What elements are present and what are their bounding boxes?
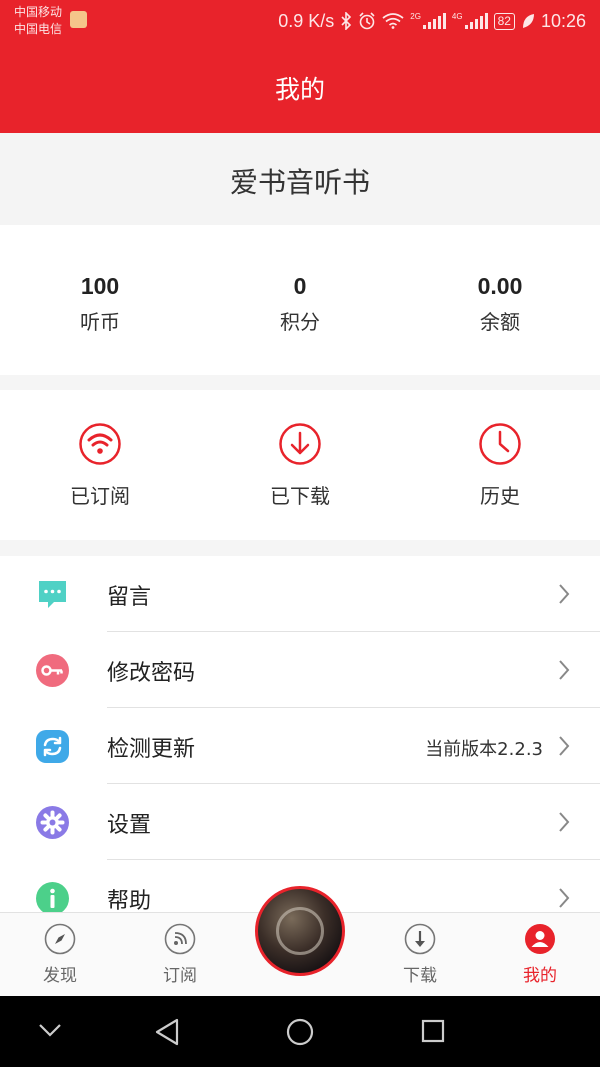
menu-label: 设置 [107, 813, 152, 838]
subscribe-wifi-icon [79, 423, 121, 465]
stat-balance[interactable]: 0.00 余额 [400, 273, 600, 335]
shortcut-label: 已下载 [270, 484, 330, 508]
stat-label: 积分 [280, 310, 320, 334]
album-cover [276, 907, 324, 955]
now-playing-button[interactable] [255, 886, 345, 976]
tab-label: 发现 [43, 966, 77, 986]
top-bar: 中国移动 中国电信 0.9 K/s 2G 4G 82 10:26 我的 [0, 0, 600, 133]
menu-item-message[interactable]: 留言 [0, 556, 600, 632]
account-stats: 100 听币 0 积分 0.00 余额 [0, 225, 600, 375]
download-icon [404, 923, 436, 955]
clock-time: 10:26 [540, 10, 586, 31]
stat-label: 余额 [480, 310, 520, 334]
chevron-right-icon [559, 812, 570, 832]
chevron-right-icon [559, 660, 570, 680]
system-nav-bar [0, 996, 600, 1067]
signal-icon [422, 13, 446, 29]
menu-item-check-update[interactable]: 检测更新 当前版本2.2.3 [0, 708, 600, 784]
home-icon[interactable] [286, 1018, 314, 1046]
rss-icon [164, 923, 196, 955]
chevron-right-icon [559, 888, 570, 908]
shortcut-downloaded[interactable]: 已下载 [200, 422, 400, 509]
menu-label: 留言 [107, 585, 152, 610]
status-bar: 中国移动 中国电信 0.9 K/s 2G 4G 82 10:26 [0, 0, 600, 44]
shortcuts: 已订阅 已下载 历史 [0, 390, 600, 540]
bluetooth-icon [341, 12, 352, 30]
key-icon [36, 654, 69, 687]
clock-icon [479, 423, 521, 465]
tab-subscribe[interactable]: 订阅 [120, 923, 240, 986]
signal-icon [464, 13, 488, 29]
shortcut-subscribed[interactable]: 已订阅 [0, 422, 200, 509]
menu-item-change-password[interactable]: 修改密码 [0, 632, 600, 708]
carrier-1: 中国移动 [14, 5, 63, 19]
stat-label: 听币 [80, 310, 120, 334]
chevron-right-icon [559, 736, 570, 756]
network-type-2: 4G [451, 11, 463, 21]
message-icon [39, 581, 66, 608]
current-version: 当前版本2.2.3 [425, 739, 543, 760]
tab-label: 下载 [403, 966, 437, 986]
refresh-icon [36, 730, 69, 763]
status-right: 0.9 K/s 2G 4G 82 10:26 [278, 8, 586, 34]
tab-label: 我的 [523, 966, 557, 986]
back-icon[interactable] [154, 1018, 180, 1046]
shortcut-label: 已订阅 [70, 484, 130, 508]
download-circle-icon [279, 423, 321, 465]
recents-icon[interactable] [421, 1019, 445, 1043]
network-type-1: 2G [410, 11, 421, 21]
carrier-2: 中国电信 [14, 22, 63, 36]
stat-points[interactable]: 0 积分 [200, 273, 400, 335]
menu-label: 检测更新 [107, 737, 196, 762]
page-title: 我的 [274, 75, 325, 104]
leaf-icon [522, 14, 534, 28]
chevron-right-icon [559, 584, 570, 604]
tab-mine[interactable]: 我的 [480, 923, 600, 986]
sim-card-icon [70, 11, 87, 28]
wifi-icon [382, 13, 404, 29]
shortcut-history[interactable]: 历史 [400, 422, 600, 509]
compass-icon [44, 923, 76, 955]
stat-value: 100 [80, 273, 120, 299]
stat-value: 0.00 [477, 273, 523, 299]
user-icon [525, 924, 555, 954]
info-icon [36, 882, 69, 912]
battery-icon: 82 [493, 12, 515, 30]
stat-value: 0 [293, 273, 307, 299]
alarm-icon [359, 12, 375, 30]
stat-coins[interactable]: 100 听币 [0, 273, 200, 335]
app-name-section: 爱书音听书 [0, 133, 600, 225]
menu-label: 帮助 [107, 889, 152, 912]
network-speed: 0.9 K/s [278, 10, 335, 31]
settings-menu: 留言 修改密码 检测更新 当前版本2.2.3 设置 帮助 [0, 556, 600, 912]
menu-item-settings[interactable]: 设置 [0, 784, 600, 860]
app-name: 爱书音听书 [229, 166, 370, 199]
tab-label: 订阅 [163, 966, 197, 986]
gear-icon [36, 806, 69, 839]
shortcut-label: 历史 [480, 484, 520, 508]
carrier-info: 中国移动 中国电信 [14, 4, 62, 38]
tab-discover[interactable]: 发现 [0, 923, 120, 986]
chevron-down-icon[interactable] [38, 1022, 62, 1038]
menu-label: 修改密码 [107, 661, 196, 686]
tab-download[interactable]: 下载 [360, 923, 480, 986]
